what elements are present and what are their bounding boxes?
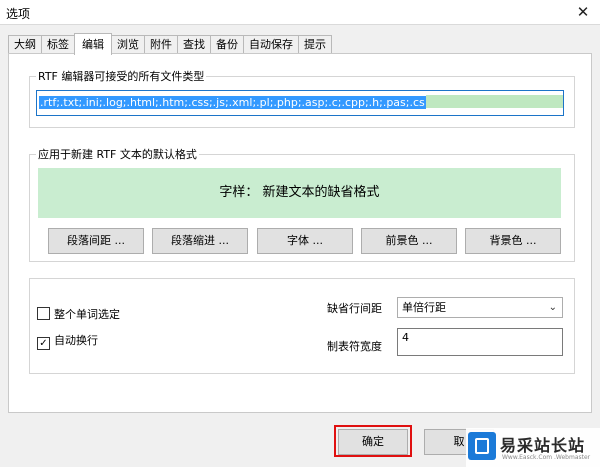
whole-word-checkbox[interactable]: 整个单词选定 [37, 306, 120, 322]
tab-edit[interactable]: 编辑 [74, 33, 112, 55]
tab-autosave[interactable]: 自动保存 [243, 35, 299, 54]
background-color-button[interactable]: 背景色 ... [465, 228, 561, 254]
tab-outline[interactable]: 大纲 [8, 35, 42, 54]
chevron-down-icon[interactable]: ⌄ [549, 298, 557, 317]
title-bar: 选项 ✕ [0, 0, 600, 25]
options-group [29, 278, 575, 374]
line-spacing-label: 缺省行间距 [327, 302, 382, 315]
ok-button-highlight [334, 425, 412, 457]
rtf-types-input[interactable]: .rtf;.txt;.ini;.log;.html;.htm;.css;.js;… [36, 90, 564, 116]
tab-width-label: 制表符宽度 [327, 340, 382, 353]
rtf-types-legend: RTF 编辑器可接受的所有文件类型 [38, 70, 205, 83]
font-button[interactable]: 字体 ... [257, 228, 353, 254]
watermark-logo-icon [468, 432, 496, 460]
rtf-types-group: RTF 编辑器可接受的所有文件类型 .rtf;.txt;.ini;.log;.h… [29, 68, 575, 128]
tab-panel-edit: RTF 编辑器可接受的所有文件类型 .rtf;.txt;.ini;.log;.h… [8, 53, 592, 413]
tab-attachments[interactable]: 附件 [144, 35, 178, 54]
close-icon[interactable]: ✕ [572, 1, 594, 23]
rtf-types-input-tail [425, 95, 563, 108]
site-watermark: 易采站长站 Www.Easck.Com .Webmaster [466, 428, 600, 467]
tab-strip: 大纲 标签 编辑 浏览 附件 查找 备份 自动保存 提示 [8, 33, 332, 55]
paragraph-spacing-button[interactable]: 段落间距 ... [48, 228, 144, 254]
format-preview: 字样： 新建文本的缺省格式 [38, 168, 561, 218]
watermark-url: Www.Easck.Com .Webmaster [502, 454, 591, 461]
word-wrap-label: 自动换行 [54, 334, 98, 347]
tab-width-input[interactable]: 4 [397, 328, 563, 356]
word-wrap-checkbox[interactable]: ✓ 自动换行 [37, 332, 98, 350]
whole-word-label: 整个单词选定 [54, 308, 120, 321]
default-format-legend: 应用于新建 RTF 文本的默认格式 [38, 148, 197, 161]
window-title: 选项 [6, 7, 31, 21]
tab-browse[interactable]: 浏览 [111, 35, 145, 54]
tab-tags[interactable]: 标签 [41, 35, 75, 54]
default-format-group: 应用于新建 RTF 文本的默认格式 字样： 新建文本的缺省格式 段落间距 ...… [29, 146, 575, 262]
line-spacing-value: 单倍行距 [402, 301, 446, 314]
watermark-brand: 易采站长站 [500, 436, 586, 455]
tab-backup[interactable]: 备份 [210, 35, 244, 54]
whole-word-checkbox-box[interactable] [37, 307, 50, 320]
line-spacing-select[interactable]: 单倍行距 ⌄ [397, 297, 563, 318]
paragraph-indent-button[interactable]: 段落缩进 ... [152, 228, 248, 254]
tab-find[interactable]: 查找 [177, 35, 211, 54]
rtf-types-value: .rtf;.txt;.ini;.log;.html;.htm;.css;.js;… [39, 96, 426, 109]
tab-tips[interactable]: 提示 [298, 35, 332, 54]
foreground-color-button[interactable]: 前景色 ... [361, 228, 457, 254]
word-wrap-check-icon[interactable]: ✓ [37, 337, 50, 350]
